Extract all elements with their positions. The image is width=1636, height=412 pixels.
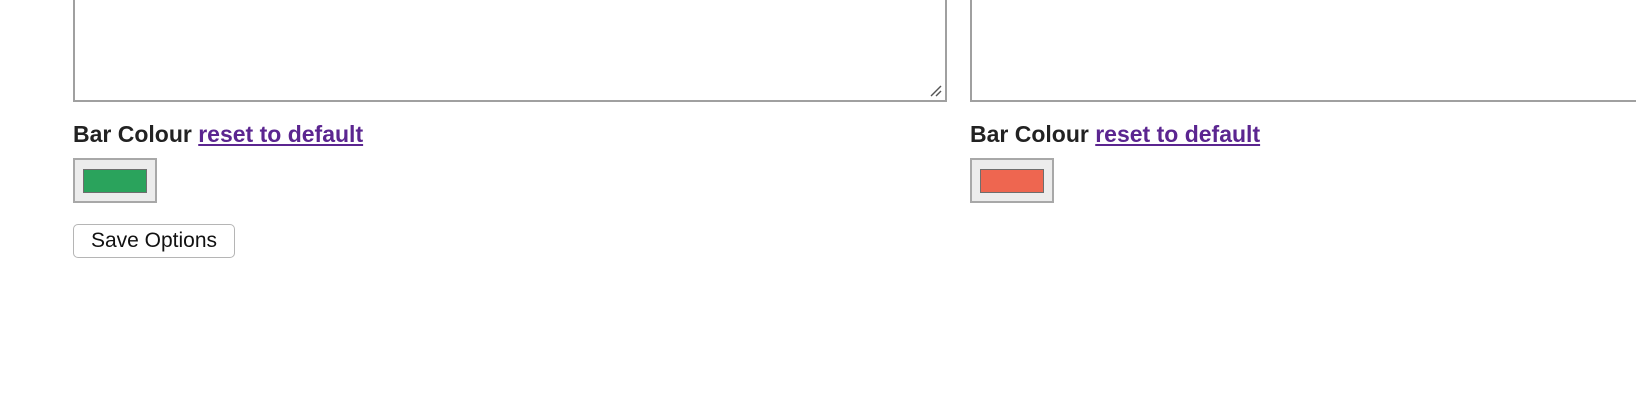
bar-colour-label: Bar Colour [73,121,192,147]
bar-colour-row-left: Bar Colour reset to default [73,119,363,149]
bar-colour-picker-right[interactable] [970,158,1054,203]
bar-colour-swatch [83,169,147,193]
resize-handle-icon[interactable] [930,85,942,97]
options-page: Bar Colour reset to default Save Options… [0,0,1636,412]
bar-colour-label: Bar Colour [970,121,1089,147]
reset-to-default-link[interactable]: reset to default [1095,121,1260,147]
bar-colour-row-right: Bar Colour reset to default [970,119,1260,149]
description-textarea-right[interactable] [970,0,1636,102]
reset-to-default-link[interactable]: reset to default [198,121,363,147]
bar-colour-swatch [980,169,1044,193]
description-textarea-left[interactable] [73,0,947,102]
bar-colour-picker-left[interactable] [73,158,157,203]
save-options-button[interactable]: Save Options [73,224,235,258]
